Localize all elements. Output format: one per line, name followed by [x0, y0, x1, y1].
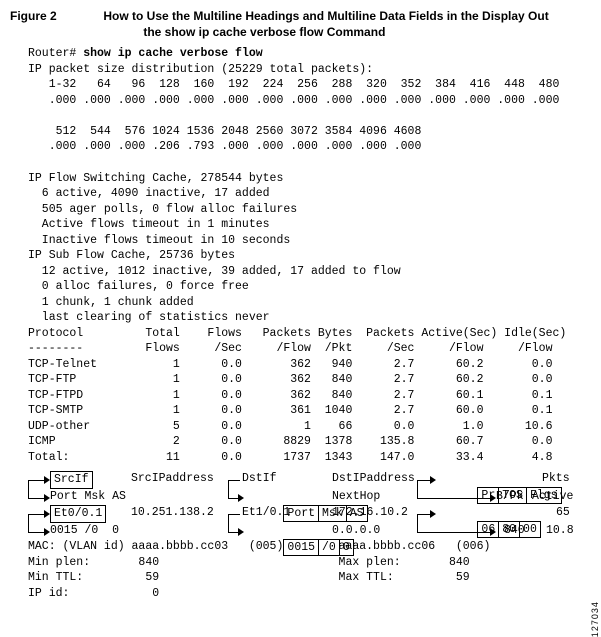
dist-row: .000 .000 .000 .000 .000 .000 .000 .000 … — [28, 94, 559, 107]
dist-row: .000 .000 .000 .206 .793 .000 .000 .000 … — [28, 140, 421, 153]
row-srcmsk: /0 — [85, 524, 99, 537]
row-dstport-box: 0015 — [283, 539, 319, 557]
row-srcas: 0 — [112, 524, 119, 537]
trailer-line: Min TTL: 59 Max TTL: 59 — [28, 571, 470, 584]
figure-title: How to Use the Multiline Headings and Mu… — [103, 8, 573, 40]
proto-row: Total: 11 0.0 1737 1343 147.0 33.4 4.8 — [28, 451, 553, 464]
cache-line: Inactive flows timeout in 10 seconds — [28, 234, 290, 247]
hdr-dstif: DstIf — [242, 471, 277, 487]
router-output-block: Router# show ip cache verbose flow IP pa… — [10, 46, 591, 465]
hdr-pkts: Pkts — [542, 471, 570, 487]
proto-row: TCP-SMTP 1 0.0 361 1040 2.7 60.0 0.1 — [28, 404, 553, 417]
proto-row: UDP-other 5 0.0 1 66 0.0 1.0 10.6 — [28, 420, 553, 433]
figure-header: Figure 2 How to Use the Multiline Headin… — [10, 8, 591, 40]
cache-line: 6 active, 4090 inactive, 17 added — [28, 187, 270, 200]
row-bpk: 840 — [504, 523, 525, 539]
hdr-active: Active — [532, 489, 573, 505]
row-dstas-box: 0 — [340, 539, 354, 557]
row-srcport: 0015 — [50, 524, 78, 537]
cache-line: last clearing of statistics never — [28, 311, 270, 324]
row-dstip: 172.16.10.2 — [332, 505, 408, 521]
hdr-bpk: B/Pk — [496, 489, 524, 505]
row-nexthop: 0.0.0.0 — [332, 523, 380, 539]
cache-line: IP Sub Flow Cache, 25736 bytes — [28, 249, 235, 262]
proto-row: TCP-FTP 1 0.0 362 840 2.7 60.2 0.0 — [28, 373, 553, 386]
figure-label: Figure 2 — [10, 8, 100, 24]
dist-header: IP packet size distribution (25229 total… — [28, 63, 373, 76]
hdr-srcif-box: SrcIf — [50, 471, 93, 489]
flow-header-pair: SrcIf SrcIPaddress DstIf DstIPaddress Pr… — [28, 471, 591, 507]
cache-line: 0 alloc failures, 0 force free — [28, 280, 249, 293]
cache-line: 12 active, 1012 inactive, 39 added, 17 a… — [28, 265, 401, 278]
figure-title-line1: How to Use the Multiline Headings and Mu… — [103, 9, 548, 23]
cache-line: 505 ager polls, 0 flow alloc failures — [28, 203, 297, 216]
dist-row: 512 544 576 1024 1536 2048 2560 3072 358… — [28, 125, 421, 138]
cache-line: 1 chunk, 1 chunk added — [28, 296, 194, 309]
hdr-srcip: SrcIPaddress — [131, 471, 214, 487]
proto-header: Protocol Total Flows Packets Bytes Packe… — [28, 327, 566, 340]
hdr-dstip: DstIPaddress — [332, 471, 415, 487]
hdr-portmskas: Port Msk AS — [50, 489, 126, 505]
dist-row: 1-32 64 96 128 160 192 224 256 288 320 3… — [28, 78, 559, 91]
hdr-nexthop: NextHop — [332, 489, 380, 505]
row-dstif: Et1/0.1 — [242, 505, 290, 521]
flow-data-pair: Et0/0.1 10.251.138.2 Et1/0.1 172.16.10.2… — [28, 505, 591, 541]
command-text: show ip cache verbose flow — [83, 47, 262, 60]
proto-row: TCP-Telnet 1 0.0 362 940 2.7 60.2 0.0 — [28, 358, 553, 371]
figure-ref-id: 127034 — [589, 601, 601, 637]
row-dstmsk-box: /0 — [319, 539, 340, 557]
row-pkts: 65 — [556, 505, 570, 521]
proto-header: -------- Flows /Sec /Flow /Pkt /Sec /Flo… — [28, 342, 553, 355]
trailer-line: IP id: 0 — [28, 587, 159, 600]
row-active: 10.8 — [546, 523, 574, 539]
router-prompt: Router# — [28, 47, 76, 60]
proto-row: TCP-FTPD 1 0.0 362 840 2.7 60.1 0.1 — [28, 389, 553, 402]
cache-line: Active flows timeout in 1 minutes — [28, 218, 270, 231]
row-srcif-box: Et0/0.1 — [50, 505, 106, 523]
cache-line: IP Flow Switching Cache, 278544 bytes — [28, 172, 283, 185]
proto-row: ICMP 2 0.0 8829 1378 135.8 60.7 0.0 — [28, 435, 553, 448]
row-srcip: 10.251.138.2 — [131, 505, 214, 521]
figure-title-line2: the show ip cache verbose flow Command — [103, 24, 573, 40]
